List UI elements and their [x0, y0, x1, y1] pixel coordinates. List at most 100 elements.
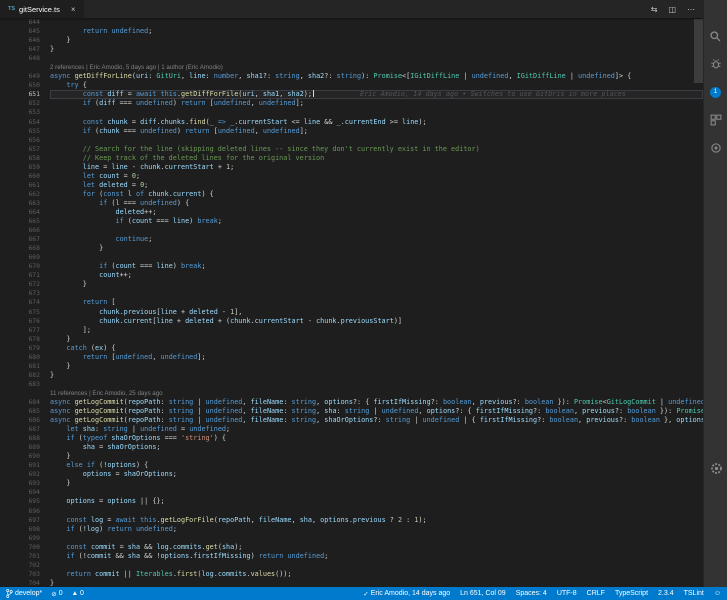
- code-line[interactable]: 652 if (diff === undefined) return [unde…: [0, 99, 703, 108]
- code-line[interactable]: 671 count++;: [0, 271, 703, 280]
- code-line[interactable]: 692 options = shaOrOptions;: [0, 470, 703, 479]
- code-line[interactable]: 678 }: [0, 335, 703, 344]
- split-editor-icon[interactable]: ◫: [668, 5, 676, 14]
- line-number[interactable]: 696: [0, 507, 50, 516]
- code-line[interactable]: 672 }: [0, 280, 703, 289]
- code-line[interactable]: 677 ];: [0, 326, 703, 335]
- line-number[interactable]: 677: [0, 326, 50, 335]
- codelens-row[interactable]: 2 references | Eric Amodio, 5 days ago |…: [0, 63, 703, 72]
- line-number[interactable]: 674: [0, 298, 50, 307]
- line-number[interactable]: 681: [0, 362, 50, 371]
- more-actions-icon[interactable]: ⋯: [687, 5, 695, 14]
- code-line[interactable]: 682}: [0, 371, 703, 380]
- line-number[interactable]: 651: [0, 90, 50, 99]
- source-control-icon[interactable]: 1: [704, 84, 727, 100]
- status-cursor-position[interactable]: Ln 651, Col 09: [460, 590, 506, 597]
- status-tslint[interactable]: TSLint: [684, 590, 704, 597]
- codelens-row[interactable]: 11 references | Eric Amodio, 25 days ago: [0, 389, 703, 398]
- line-number[interactable]: 678: [0, 335, 50, 344]
- line-number[interactable]: 687: [0, 425, 50, 434]
- line-number[interactable]: 665: [0, 217, 50, 226]
- code-line[interactable]: 662 for (const l of chunk.current) {: [0, 190, 703, 199]
- code-line[interactable]: 651 const diff = await this.getDiffForFi…: [0, 90, 703, 99]
- line-number[interactable]: 691: [0, 461, 50, 470]
- line-number[interactable]: 652: [0, 99, 50, 108]
- line-number[interactable]: 685: [0, 407, 50, 416]
- code-line[interactable]: 703 return commit || Iterables.first(log…: [0, 570, 703, 579]
- code-line[interactable]: 647}: [0, 45, 703, 54]
- code-line[interactable]: 667 continue;: [0, 235, 703, 244]
- code-line[interactable]: 704}: [0, 579, 703, 587]
- code-line[interactable]: 665 if (count === line) break;: [0, 217, 703, 226]
- gitlens-icon[interactable]: [704, 140, 727, 156]
- code-line[interactable]: 700 const commit = sha && log.commits.ge…: [0, 543, 703, 552]
- editor-scrollbar[interactable]: [694, 18, 703, 587]
- debug-icon[interactable]: [704, 56, 727, 72]
- line-number[interactable]: 647: [0, 45, 50, 54]
- line-number[interactable]: 656: [0, 136, 50, 145]
- code-line[interactable]: 699: [0, 534, 703, 543]
- line-number[interactable]: 660: [0, 172, 50, 181]
- line-number[interactable]: 679: [0, 344, 50, 353]
- code-line[interactable]: 696: [0, 507, 703, 516]
- code-line[interactable]: 693 }: [0, 479, 703, 488]
- line-number[interactable]: 704: [0, 579, 50, 587]
- code-line[interactable]: 659 line = line - chunk.currentStart + 1…: [0, 163, 703, 172]
- code-line[interactable]: 676 chunk.current[line + deleted + (chun…: [0, 317, 703, 326]
- line-number[interactable]: 644: [0, 18, 50, 27]
- extensions-icon[interactable]: [704, 112, 727, 128]
- editor[interactable]: 644 645 return undefined; 646 } 647} 648 2 re…: [0, 18, 703, 587]
- code-line[interactable]: 646 }: [0, 36, 703, 45]
- status-ts-version[interactable]: 2.3.4: [658, 590, 674, 597]
- line-number[interactable]: 694: [0, 488, 50, 497]
- code-line[interactable]: 674 return [: [0, 298, 703, 307]
- line-number[interactable]: 702: [0, 561, 50, 570]
- line-number[interactable]: 664: [0, 208, 50, 217]
- line-number[interactable]: 655: [0, 127, 50, 136]
- code-line[interactable]: 688 if (typeof shaOrOptions === 'string'…: [0, 434, 703, 443]
- line-number[interactable]: [0, 389, 50, 398]
- line-number[interactable]: 645: [0, 27, 50, 36]
- line-number[interactable]: 701: [0, 552, 50, 561]
- line-number[interactable]: 669: [0, 253, 50, 262]
- code-line[interactable]: 690 }: [0, 452, 703, 461]
- code-line[interactable]: 689 sha = shaOrOptions;: [0, 443, 703, 452]
- settings-gear-icon[interactable]: [704, 462, 727, 475]
- line-number[interactable]: 646: [0, 36, 50, 45]
- line-number[interactable]: 653: [0, 108, 50, 117]
- status-indentation[interactable]: Spaces: 4: [516, 590, 547, 597]
- code-line[interactable]: 697 const log = await this.getLogForFile…: [0, 516, 703, 525]
- line-number[interactable]: 675: [0, 308, 50, 317]
- status-warnings[interactable]: ▲ 0: [72, 590, 84, 597]
- line-number[interactable]: 650: [0, 81, 50, 90]
- code-line[interactable]: 668 }: [0, 244, 703, 253]
- code-line[interactable]: 681 }: [0, 362, 703, 371]
- line-number[interactable]: 700: [0, 543, 50, 552]
- code-line[interactable]: 683: [0, 380, 703, 389]
- status-branch[interactable]: develop*: [6, 589, 42, 598]
- line-number[interactable]: 699: [0, 534, 50, 543]
- line-number[interactable]: 690: [0, 452, 50, 461]
- code-line[interactable]: 695 options = options || {};: [0, 497, 703, 506]
- line-number[interactable]: [0, 63, 50, 72]
- code-line[interactable]: 645 return undefined;: [0, 27, 703, 36]
- line-number[interactable]: 668: [0, 244, 50, 253]
- code-line[interactable]: 653: [0, 108, 703, 117]
- code-line[interactable]: 655 if (chunk === undefined) return [und…: [0, 127, 703, 136]
- line-number[interactable]: 662: [0, 190, 50, 199]
- line-number[interactable]: 670: [0, 262, 50, 271]
- line-number[interactable]: 659: [0, 163, 50, 172]
- close-icon[interactable]: ×: [71, 5, 76, 14]
- code-line[interactable]: 657 // Search for the line (skipping del…: [0, 145, 703, 154]
- code-line[interactable]: 663 if (l === undefined) {: [0, 199, 703, 208]
- line-number[interactable]: 649: [0, 72, 50, 81]
- code-line[interactable]: 650 try {: [0, 81, 703, 90]
- code-line[interactable]: 654 const chunk = diff.chunks.find(_ => …: [0, 118, 703, 127]
- status-blame[interactable]: ✓ Eric Amodio, 14 days ago: [363, 590, 450, 598]
- line-number[interactable]: 688: [0, 434, 50, 443]
- code-line[interactable]: 694: [0, 488, 703, 497]
- code-line[interactable]: 658 // Keep track of the deleted lines f…: [0, 154, 703, 163]
- line-number[interactable]: 682: [0, 371, 50, 380]
- line-number[interactable]: 680: [0, 353, 50, 362]
- code-line[interactable]: 679 catch (ex) {: [0, 344, 703, 353]
